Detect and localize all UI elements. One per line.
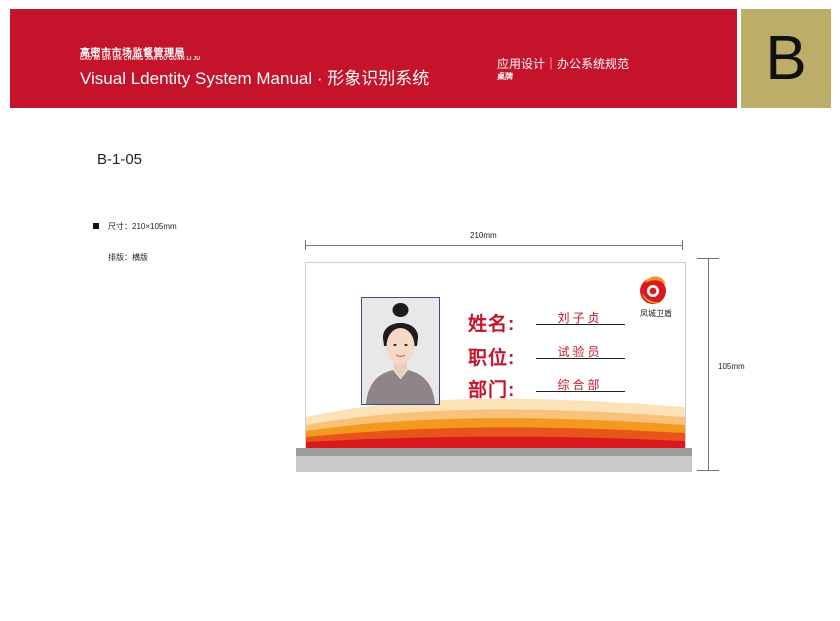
width-dimension-tick-left — [305, 240, 306, 250]
width-dimension-label: 210mm — [470, 231, 497, 240]
nameplate-base-front — [296, 456, 692, 472]
width-dimension-tick-right — [682, 240, 683, 250]
height-dimension-tick-bottom — [697, 470, 719, 471]
page-code: B-1-05 — [97, 151, 143, 168]
manual-title: Visual Ldentity System Manual · 形象识别系统 — [80, 69, 430, 88]
spec-layout: 排版：横版 — [108, 253, 148, 262]
department-label: 部门: — [468, 380, 516, 401]
spec-size: 尺寸：210×105mm — [108, 222, 177, 231]
section-title: 应用设计｜办公系统规范 — [497, 57, 630, 71]
department-underline — [536, 391, 625, 392]
section-subtitle: 桌牌 — [497, 72, 513, 81]
name-label: 姓名: — [468, 314, 516, 335]
logo-caption: 凤城卫盾 — [640, 308, 672, 318]
height-dimension-label: 105mm — [718, 362, 745, 371]
chapter-letter-box: B — [741, 9, 831, 108]
position-label: 职位: — [468, 348, 516, 369]
position-underline — [536, 358, 625, 359]
height-dimension-line — [708, 258, 709, 471]
width-dimension-line — [305, 245, 683, 246]
height-dimension-tick-top — [697, 258, 719, 259]
portrait-photo — [361, 297, 440, 405]
desk-nameplate: 凤城卫盾 姓名: 刘子贞 职位: 试验员 部门: 综合部 — [305, 262, 686, 450]
org-name-pinyin: GAO MI SHI SHI CHANG JIAN DU GUAN LI JU — [80, 56, 201, 62]
name-underline — [536, 324, 625, 325]
organization-logo-icon: 凤城卫盾 — [640, 276, 672, 318]
square-bullet-icon — [93, 223, 99, 229]
chapter-letter: B — [765, 23, 807, 93]
nameplate-base-top — [296, 448, 692, 456]
